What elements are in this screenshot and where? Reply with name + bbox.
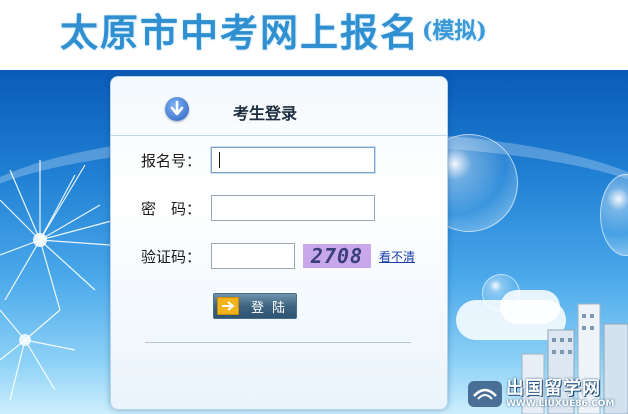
password-input[interactable] [211,195,375,221]
watermark-text: 出国留学网 WWW.LIUXUE86.COM [506,378,615,410]
password-label: 密 码： [141,199,202,218]
header: 太原市中考网上报名(模拟) [0,0,628,60]
refresh-captcha-link[interactable]: 看不清 [379,248,415,265]
login-button-label: 登陆 [251,300,294,316]
page-title-suffix: (模拟) [422,18,487,44]
reg-number-row: 报名号： [141,146,375,174]
page-title: 太原市中考网上报名(模拟) [60,2,487,57]
watermark: 出国留学网 WWW.LIUXUE86.COM [468,378,624,410]
watermark-main: 出国留学网 [506,378,601,399]
login-panel-header: 考生登录 [111,77,447,136]
watermark-logo-icon [468,381,502,407]
password-row: 密 码： [141,194,375,222]
reg-number-input[interactable] [211,147,375,173]
reg-number-label: 报名号： [141,151,202,170]
login-button[interactable]: 登陆 [213,293,297,319]
login-panel: 考生登录 报名号： 密 码： 验证码： 2708 看不清 登陆 [110,76,448,410]
captcha-input[interactable] [211,243,295,269]
watermark-sub: WWW.LIUXUE86.COM [506,399,615,409]
login-heading: 考生登录 [233,104,298,123]
text-caret [219,152,220,168]
captcha-row: 验证码： 2708 看不清 [141,242,415,270]
footer-divider [145,342,411,343]
down-arrow-circle-icon [165,97,189,121]
captcha-label: 验证码： [141,247,202,266]
captcha-image[interactable]: 2708 [303,244,371,268]
page-title-text: 太原市中考网上报名 [60,10,421,55]
right-arrow-icon [217,297,239,315]
